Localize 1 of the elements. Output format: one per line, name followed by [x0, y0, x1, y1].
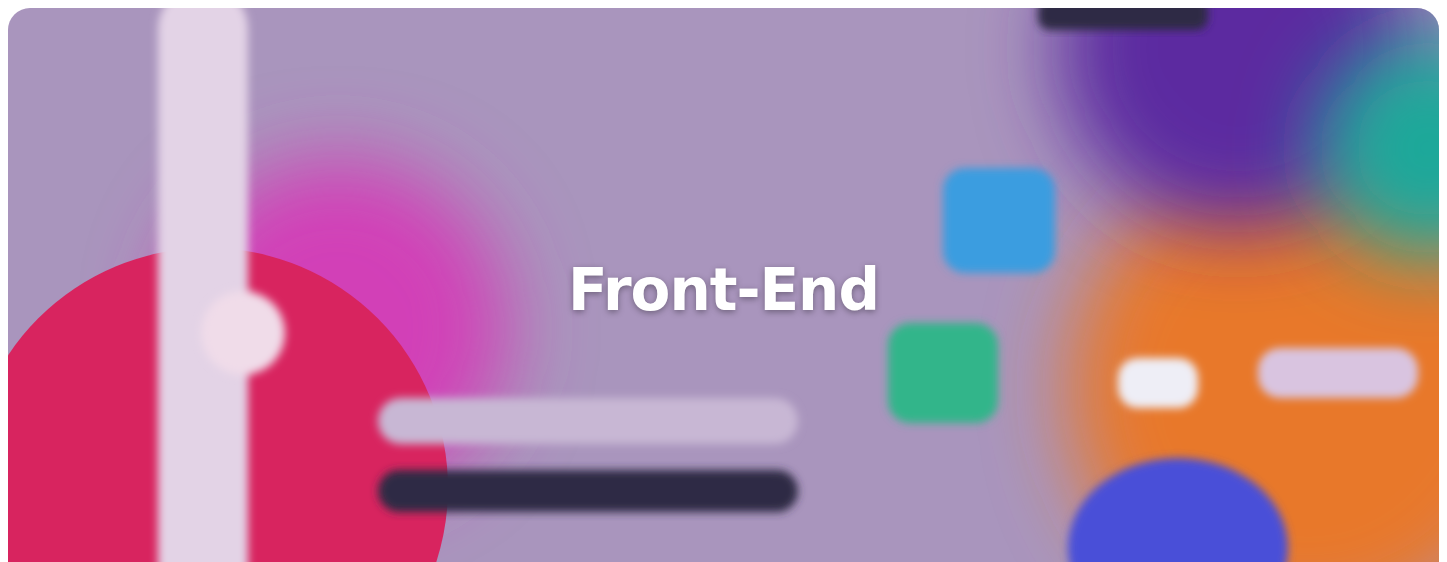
card-title: Front-End — [568, 256, 879, 324]
